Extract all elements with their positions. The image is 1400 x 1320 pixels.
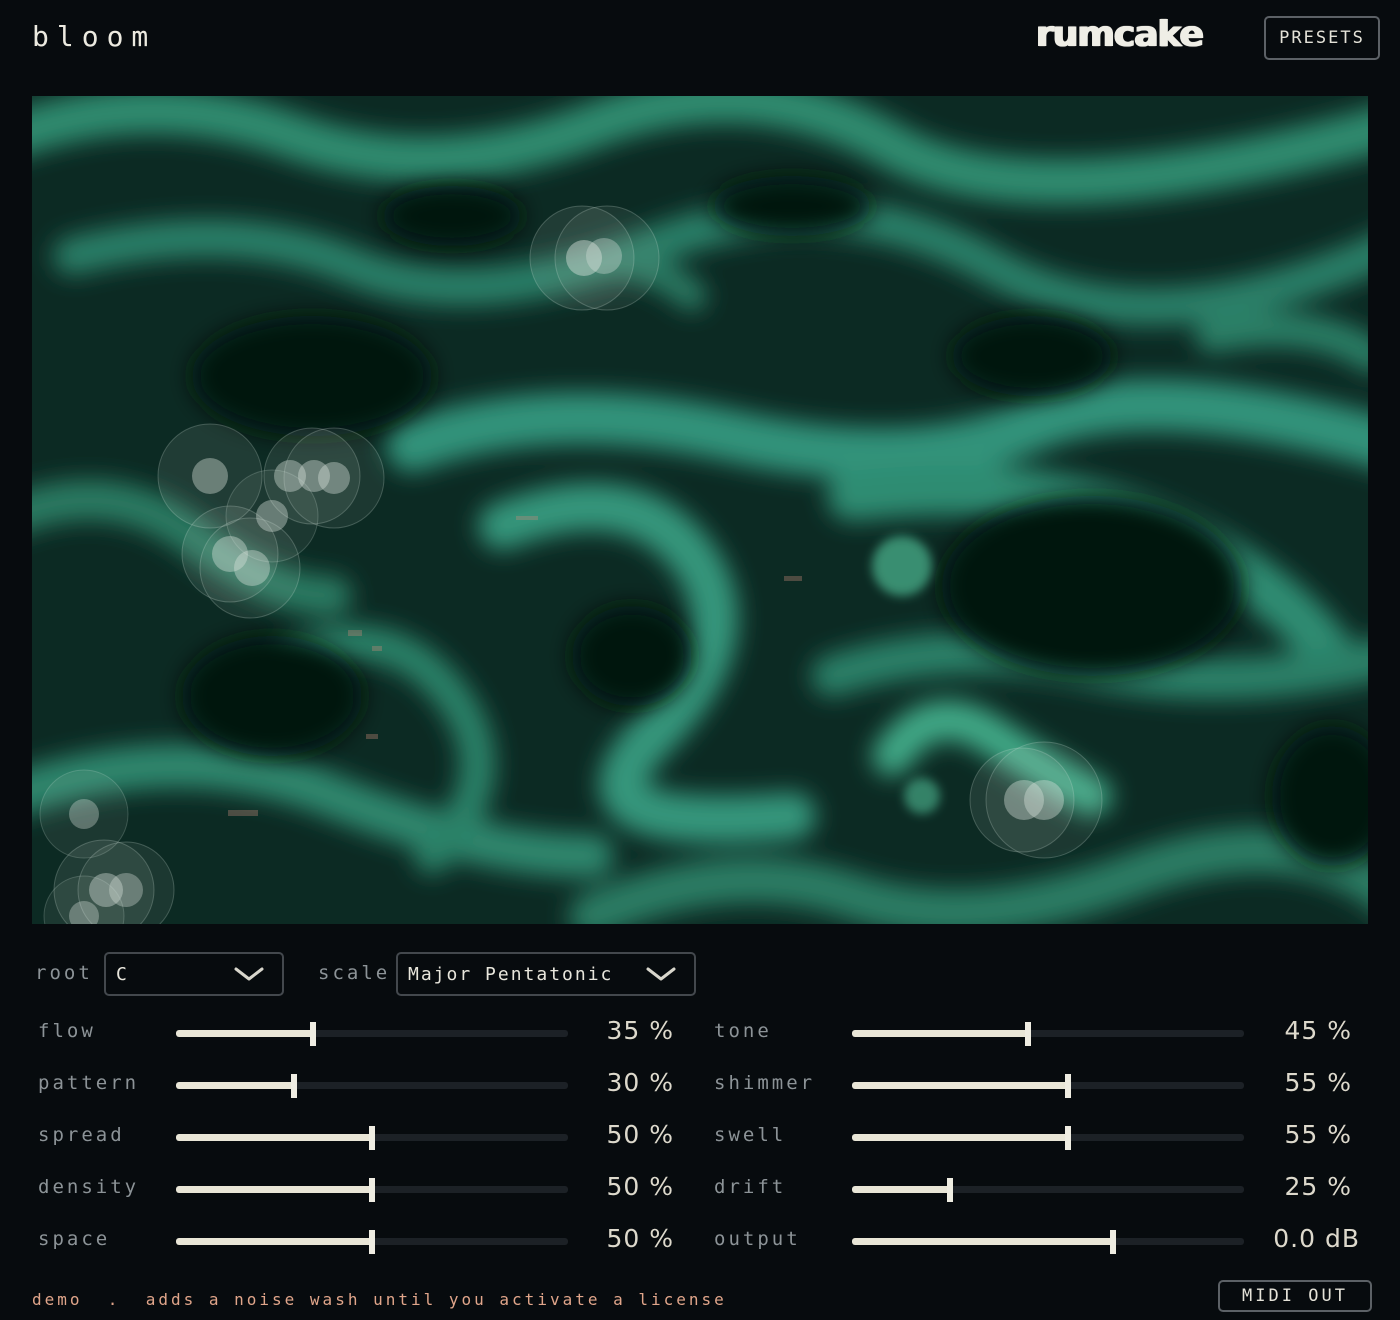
param-space: space 50 % (38, 1224, 678, 1256)
param-label: tone (714, 1020, 772, 1042)
param-label: shimmer (714, 1072, 816, 1094)
root-label: root (35, 962, 93, 984)
slider-handle[interactable] (1065, 1074, 1071, 1098)
tone-slider[interactable] (852, 1022, 1244, 1046)
pattern-slider[interactable] (176, 1074, 568, 1098)
root-select[interactable]: C (104, 952, 284, 996)
chevron-down-icon (646, 967, 676, 981)
shimmer-slider[interactable] (852, 1074, 1244, 1098)
slider-handle[interactable] (291, 1074, 297, 1098)
slider-handle[interactable] (947, 1178, 953, 1202)
param-value: 55 % (1284, 1120, 1352, 1149)
param-swell: swell 55 % (714, 1120, 1362, 1152)
slider-handle[interactable] (369, 1126, 375, 1150)
param-value: 50 % (606, 1224, 674, 1253)
param-value: 55 % (1284, 1068, 1352, 1097)
scale-value: Major Pentatonic (408, 963, 614, 985)
scale-select[interactable]: Major Pentatonic (396, 952, 696, 996)
app-title: bloom (32, 20, 157, 53)
slider-fill (176, 1134, 372, 1141)
param-drift: drift 25 % (714, 1172, 1362, 1204)
root-value: C (116, 963, 129, 985)
param-label: pattern (38, 1072, 140, 1094)
slider-fill (852, 1134, 1068, 1141)
space-slider[interactable] (176, 1230, 568, 1254)
slider-fill (852, 1186, 950, 1193)
param-label: swell (714, 1124, 787, 1146)
slider-fill (176, 1030, 313, 1037)
param-label: flow (38, 1020, 96, 1042)
visualizer-canvas[interactable] (32, 96, 1368, 924)
output-slider[interactable] (852, 1230, 1244, 1254)
param-value: 45 % (1284, 1016, 1352, 1045)
density-slider[interactable] (176, 1178, 568, 1202)
drift-slider[interactable] (852, 1178, 1244, 1202)
slider-handle[interactable] (310, 1022, 316, 1046)
slider-handle[interactable] (369, 1178, 375, 1202)
param-label: density (38, 1176, 140, 1198)
slider-handle[interactable] (1065, 1126, 1071, 1150)
slider-fill (176, 1238, 372, 1245)
brand-logo: rumcake (1036, 14, 1204, 55)
param-shimmer: shimmer 55 % (714, 1068, 1362, 1100)
chevron-down-icon (234, 967, 264, 981)
scale-label: scale (318, 962, 391, 984)
slider-fill (176, 1186, 372, 1193)
swell-slider[interactable] (852, 1126, 1244, 1150)
param-output: output 0.0 dB (714, 1224, 1362, 1256)
param-label: output (714, 1228, 801, 1250)
presets-button[interactable]: PRESETS (1264, 16, 1380, 60)
param-label: drift (714, 1176, 787, 1198)
param-density: density 50 % (38, 1172, 678, 1204)
param-tone: tone 45 % (714, 1016, 1362, 1048)
midi-out-button[interactable]: MIDI OUT (1218, 1280, 1372, 1312)
param-value: 25 % (1284, 1172, 1352, 1201)
param-value: 0.0 dB (1273, 1224, 1360, 1253)
slider-handle[interactable] (1025, 1022, 1031, 1046)
param-value: 35 % (606, 1016, 674, 1045)
param-pattern: pattern 30 % (38, 1068, 678, 1100)
slider-fill (852, 1030, 1028, 1037)
param-value: 50 % (606, 1120, 674, 1149)
param-label: space (38, 1228, 111, 1250)
slider-fill (176, 1082, 294, 1089)
demo-notice: demo . adds a noise wash until you activ… (32, 1290, 727, 1309)
flow-slider[interactable] (176, 1022, 568, 1046)
slider-handle[interactable] (369, 1230, 375, 1254)
slider-fill (852, 1082, 1068, 1089)
param-value: 50 % (606, 1172, 674, 1201)
param-value: 30 % (606, 1068, 674, 1097)
param-spread: spread 50 % (38, 1120, 678, 1152)
param-label: spread (38, 1124, 125, 1146)
param-flow: flow 35 % (38, 1016, 678, 1048)
spread-slider[interactable] (176, 1126, 568, 1150)
slider-handle[interactable] (1110, 1230, 1116, 1254)
slider-fill (852, 1238, 1113, 1245)
